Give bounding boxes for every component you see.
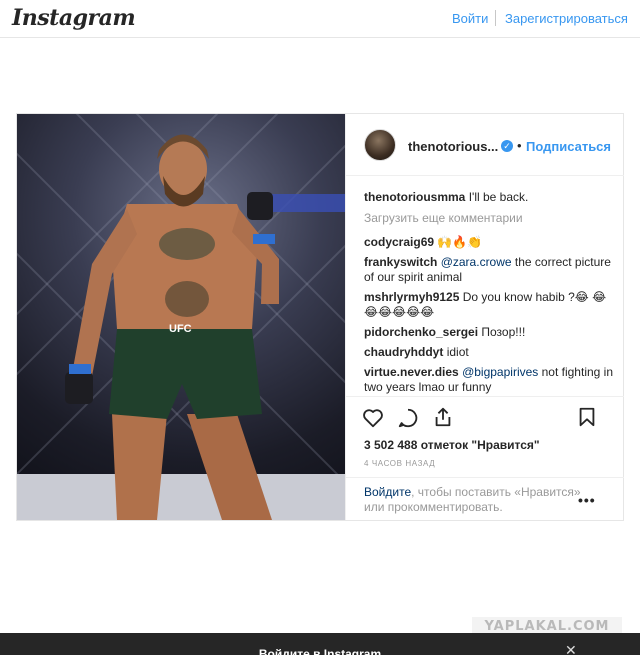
fighter-photo-illustration: UFC — [17, 114, 345, 520]
comment-text: Позор!!! — [481, 325, 526, 339]
login-banner-text[interactable]: Войдите в Instagram — [0, 647, 640, 661]
comment-username[interactable]: codycraig69 — [364, 235, 434, 249]
comment-item: pidorchenko_sergei Позор!!! — [364, 325, 614, 340]
shorts-logo-text: UFC — [169, 323, 192, 335]
top-navigation-bar: Instagram Войти Зарегистрироваться — [0, 0, 640, 38]
comment-username[interactable]: mshrlyrmyh9125 — [364, 290, 459, 304]
comment-username[interactable]: frankyswitch — [364, 255, 437, 269]
login-to-comment-row: Войдите, чтобы поставить «Нравится» или … — [346, 477, 624, 521]
comment-item: frankyswitch @zara.crowe the correct pic… — [364, 255, 614, 285]
signup-link[interactable]: Зарегистрироваться — [505, 11, 628, 26]
instagram-logo[interactable]: Instagram — [12, 5, 136, 31]
comment-mention[interactable]: @zara.crowe — [441, 255, 512, 269]
comment-username[interactable]: virtue.never.dies — [364, 365, 459, 379]
comment-username[interactable]: pidorchenko_sergei — [364, 325, 478, 339]
more-options-button[interactable]: ••• — [578, 492, 596, 508]
post-timestamp[interactable]: 4 ЧАСОВ НАЗАД — [364, 459, 435, 468]
comment-item: virtue.never.dies @bigpapirives not figh… — [364, 365, 614, 395]
verified-badge-icon: ✓ — [501, 140, 513, 152]
load-more-comments-link[interactable]: Загрузить еще комментарии — [364, 211, 614, 226]
post-actions: 3 502 488 отметок "Нравится" 4 ЧАСОВ НАЗ… — [346, 396, 624, 520]
header-dot-separator: • — [517, 138, 522, 153]
comment-username[interactable]: thenotoriousmma — [364, 190, 465, 204]
caption: thenotoriousmma I'll be back. — [364, 190, 614, 205]
avatar[interactable] — [364, 129, 396, 161]
comment-username[interactable]: chaudryhddyt — [364, 345, 443, 359]
login-prompt: Войдите, чтобы поставить «Нравится» или … — [364, 485, 584, 515]
heart-icon[interactable] — [362, 407, 384, 429]
post-sidebar: thenotorious... ✓ • Подписаться thenotor… — [345, 114, 624, 520]
comment-text: idiot — [446, 345, 469, 359]
comment-mention[interactable]: @bigpapirives — [462, 365, 538, 379]
login-banner: Войдите в Instagram ✕ — [0, 633, 640, 661]
close-icon[interactable]: ✕ — [565, 642, 577, 659]
likes-count[interactable]: 3 502 488 отметок "Нравится" — [364, 438, 540, 452]
nav-divider — [495, 10, 496, 26]
comment-item: codycraig69 🙌🔥👏 — [364, 235, 614, 250]
post-header: thenotorious... ✓ • Подписаться — [346, 114, 624, 176]
comment-text: 🙌🔥👏 — [437, 235, 483, 249]
comment-icon[interactable] — [397, 407, 419, 429]
comment-text: I'll be back. — [468, 190, 529, 204]
post-photo[interactable]: UFC — [17, 114, 345, 520]
login-link[interactable]: Войти — [452, 11, 488, 26]
bookmark-icon[interactable] — [576, 406, 598, 428]
login-link-inline[interactable]: Войдите — [364, 485, 411, 499]
comment-item: mshrlyrmyh9125 Do you know habib ?😂 😂😂😂😂… — [364, 290, 614, 320]
follow-button[interactable]: Подписаться — [526, 139, 611, 154]
post-author-username[interactable]: thenotorious... — [408, 139, 498, 154]
comment-item: chaudryhddyt idiot — [364, 345, 614, 360]
share-icon[interactable] — [432, 406, 454, 428]
post-card: UFC thenotorious... ✓ • Подписаться then… — [16, 113, 624, 521]
